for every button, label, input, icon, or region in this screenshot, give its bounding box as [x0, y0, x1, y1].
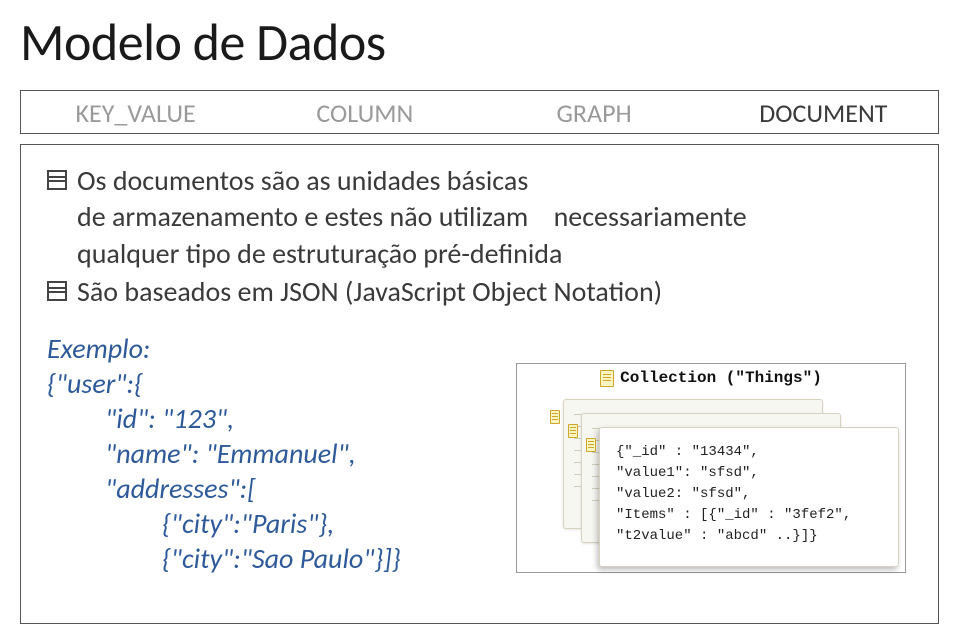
bullet-icon: [47, 170, 67, 190]
bullet-1: Os documentos são as unidades básicas de…: [47, 163, 912, 272]
bullet-2: São baseados em JSON (JavaScript Object …: [47, 274, 912, 310]
document-icon: [550, 410, 560, 424]
tab-column: COLUMN: [250, 91, 479, 133]
example-line-1: {"user":{: [47, 366, 477, 401]
content-box: Os documentos são as unidades básicas de…: [20, 144, 939, 624]
doc-json-line-4: "Items" : [{"_id" : "3fef2",: [616, 505, 882, 526]
tab-graph: GRAPH: [480, 91, 709, 133]
collection-figure: Collection ("Things"): [516, 363, 906, 573]
example-block: Exemplo: {"user":{ "id": "123", "name": …: [47, 331, 477, 576]
example-line-3: "name": "Emmanuel",: [47, 436, 477, 471]
document-icon: [568, 424, 578, 438]
example-label: Exemplo:: [47, 331, 477, 366]
document-icon: [586, 438, 596, 452]
spacer: [528, 199, 553, 234]
example-line-2: "id": "123",: [47, 401, 477, 436]
example-line-6: {"city":"Sao Paulo"}]}: [47, 541, 477, 576]
doc-json-line-3: "value2: "sfsd",: [616, 484, 882, 505]
tab-key-value: KEY_VALUE: [21, 91, 250, 133]
collection-title-row: Collection ("Things"): [517, 364, 905, 391]
tab-document: DOCUMENT: [709, 91, 938, 133]
bullet-1-text: Os documentos são as unidades básicas de…: [77, 163, 747, 272]
bullet-1-line2-left: de armazenamento e estes não utilizam: [77, 199, 528, 234]
doc-json-line-1: {"_id" : "13434",: [616, 442, 882, 463]
example-line-5: {"city":"Paris"},: [47, 506, 477, 541]
bullet-1-line3: qualquer tipo de estruturação pré-defini…: [77, 236, 562, 271]
bullet-2-text: São baseados em JSON (JavaScript Object …: [77, 274, 662, 310]
bullet-1-line1: Os documentos são as unidades básicas: [77, 163, 528, 198]
document-icon: [600, 370, 614, 387]
bullet-icon: [47, 281, 67, 301]
bullet-1-line2-right: necessariamente: [554, 199, 747, 234]
stack-card-front: {"_id" : "13434", "value1": "sfsd", "val…: [599, 427, 899, 567]
page-title: Modelo de Dados: [20, 10, 939, 74]
document-stack: {"_id" : "13434", "value1": "sfsd", "val…: [563, 399, 885, 562]
doc-json-line-5: "t2value" : "abcd" ..}]}: [616, 526, 882, 547]
example-line-4: "addresses":[: [47, 471, 477, 506]
collection-title: Collection ("Things"): [620, 369, 822, 387]
tabs-row: KEY_VALUE COLUMN GRAPH DOCUMENT: [20, 90, 939, 134]
doc-json-line-2: "value1": "sfsd",: [616, 463, 882, 484]
